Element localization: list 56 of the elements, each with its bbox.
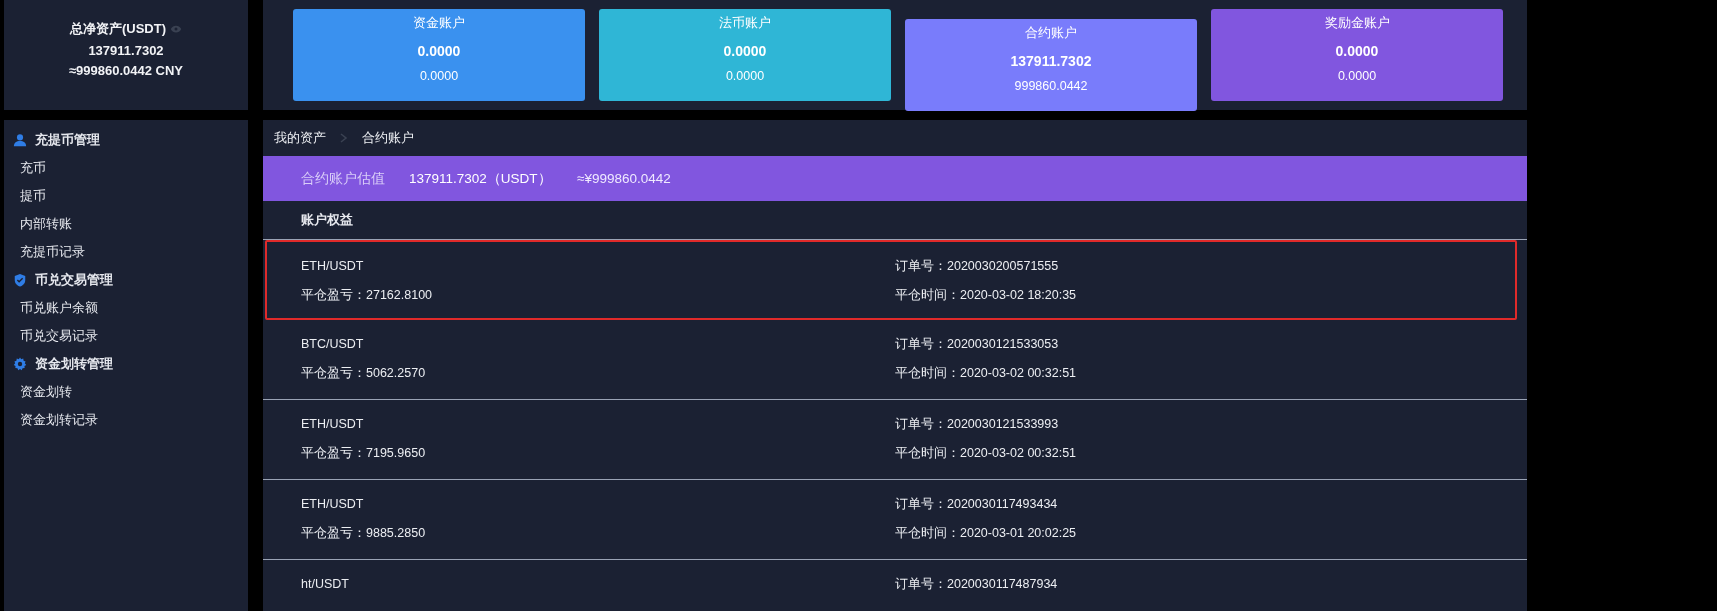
card-title: 奖励金账户 — [1324, 15, 1390, 32]
sidebar-item[interactable]: 币兑账户余额 — [4, 294, 248, 322]
breadcrumb-separator-icon — [340, 133, 348, 143]
sidebar-item[interactable]: 内部转账 — [4, 210, 248, 238]
pair-name: ETH/USDT — [301, 416, 365, 432]
section-title: 账户权益 — [263, 201, 1527, 240]
sidebar-item[interactable]: 充币 — [4, 154, 248, 182]
breadcrumb-link[interactable]: 我的资产 — [274, 129, 326, 147]
card-cny: 999860.0442 — [1014, 79, 1088, 93]
card-cny: 0.0000 — [725, 69, 765, 83]
pair-name: BTC/USDT — [301, 336, 365, 352]
card-amount: 0.0000 — [723, 43, 767, 59]
eye-icon[interactable] — [170, 25, 182, 33]
breadcrumb-link[interactable]: 合约账户 — [362, 129, 414, 147]
sidebar-item[interactable]: 资金划转 — [4, 378, 248, 406]
close-time: 平仓时间：2020-03-01 20:02:25 — [895, 525, 1078, 541]
summary-amount: 137911.7302 — [88, 43, 164, 58]
sidebar-item[interactable]: 币兑交易记录 — [4, 322, 248, 350]
pair-name: ETH/USDT — [301, 258, 365, 274]
profit-loss: 平仓盈亏：27162.8100 — [301, 287, 434, 303]
pair-name: ht/USDT — [301, 576, 350, 592]
account-card[interactable]: 奖励金账户 0.0000 0.0000 — [1211, 9, 1503, 101]
sidebar-group-title: 充提币管理 — [35, 131, 100, 149]
card-amount: 0.0000 — [1335, 43, 1379, 59]
valuation-amount: 137911.7302（USDT） — [409, 169, 553, 188]
profit-loss: 平仓盈亏：5062.2570 — [301, 365, 427, 381]
order-number: 订单号：2020030121533053 — [895, 336, 1060, 352]
card-title: 合约账户 — [1025, 25, 1077, 42]
card-amount: 137911.7302 — [1010, 53, 1092, 69]
settings-icon — [13, 357, 27, 371]
profit-loss: 平仓盈亏：9885.2850 — [301, 525, 427, 541]
sidebar-item[interactable]: 充提币记录 — [4, 238, 248, 266]
valuation-cny: ≈¥999860.0442 — [577, 171, 671, 186]
summary-title: 总净资产(USDT) — [69, 20, 166, 38]
person-icon — [13, 133, 27, 147]
sidebar-group-title: 币兑交易管理 — [35, 271, 113, 289]
card-cny: 0.0000 — [419, 69, 459, 83]
profit-loss: 平仓盈亏：7195.9650 — [301, 445, 427, 461]
close-time: 平仓时间：2020-03-02 18:20:35 — [895, 287, 1078, 303]
shield-icon — [13, 273, 27, 287]
close-time: 平仓时间：2020-03-02 00:32:51 — [895, 365, 1078, 381]
sidebar-item[interactable]: 资金划转记录 — [4, 406, 248, 434]
order-number: 订单号：2020030117493434 — [895, 496, 1059, 512]
summary-cny: ≈999860.0442 CNY — [68, 63, 184, 78]
close-time: 平仓时间：2020-03-02 00:32:51 — [895, 445, 1078, 461]
order-number: 订单号：2020030200571555 — [895, 258, 1060, 274]
sidebar-group-title: 资金划转管理 — [35, 355, 113, 373]
card-cny: 0.0000 — [1337, 69, 1377, 83]
card-amount: 0.0000 — [417, 43, 461, 59]
valuation-label: 合约账户估值 — [301, 169, 386, 188]
sidebar-item[interactable]: 提币 — [4, 182, 248, 210]
order-number: 订单号：2020030117487934 — [895, 576, 1059, 592]
card-title: 资金账户 — [413, 15, 465, 32]
pair-name: ETH/USDT — [301, 496, 365, 512]
order-number: 订单号：2020030121533993 — [895, 416, 1060, 432]
card-title: 法币账户 — [719, 15, 771, 32]
